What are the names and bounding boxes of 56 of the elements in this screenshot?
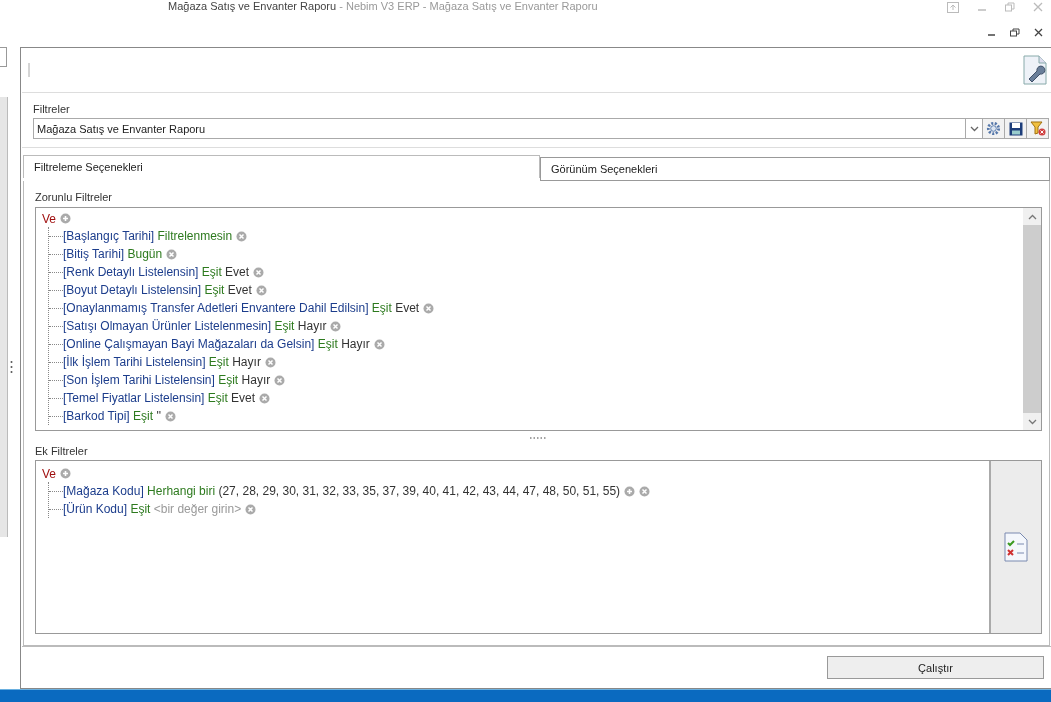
funnel-delete-icon: [1029, 121, 1046, 136]
tab[interactable]: Filtreleme Seçenekleri: [23, 155, 540, 178]
remove-icon[interactable]: [245, 503, 257, 515]
toolbar-grip-icon[interactable]: [28, 63, 31, 77]
remove-icon[interactable]: [255, 284, 267, 296]
remove-icon[interactable]: [373, 338, 385, 350]
settings-button[interactable]: [983, 118, 1005, 139]
remove-icon[interactable]: [253, 266, 265, 278]
filter-condition[interactable]: [Onaylanmamış Transfer Adetleri Envantere Dahil Edilsin] Eşit Evet: [63, 301, 420, 315]
remove-icon[interactable]: [166, 248, 178, 260]
filter-select[interactable]: Mağaza Satış ve Envanter Raporu: [33, 118, 966, 139]
filter-condition[interactable]: [Bitiş Tarihi] Bugün: [63, 247, 163, 261]
remove-icon[interactable]: [259, 392, 271, 404]
remove-icon[interactable]: [264, 356, 276, 368]
remove-icon[interactable]: [274, 374, 286, 386]
filter-condition[interactable]: [Online Çalışmayan Bayi Mağazaları da Gelsin] Eşit Hayır: [63, 337, 370, 351]
tab[interactable]: Görünüm Seçenekleri: [540, 157, 1050, 181]
remove-icon[interactable]: [423, 302, 435, 314]
scrollbar[interactable]: [1023, 208, 1041, 430]
filter-condition[interactable]: [Barkod Tipi] Eşit '': [63, 409, 161, 423]
filter-condition[interactable]: [Temel Fiyatlar Listelensin] Eşit Evet: [63, 391, 256, 405]
remove-icon[interactable]: [165, 410, 176, 422]
group-operator[interactable]: Ve: [42, 211, 56, 226]
save-button[interactable]: [1005, 118, 1027, 139]
remove-icon[interactable]: [330, 320, 342, 332]
filter-condition[interactable]: [Mağaza Kodu] Herhangi biri (27, 28, 29, 30, 31, 32, 33, 35, 37, 39, 40, 41, 42, 43, 44, 47, 48, 50, 51, 55): [63, 484, 621, 498]
filter-condition[interactable]: [Son İşlem Tarihi Listelensin] Eşit Hayır: [63, 373, 271, 387]
section-label: Zorunlu Filtreler: [35, 191, 114, 203]
add-icon[interactable]: [624, 485, 636, 497]
splitter-grip-icon[interactable]: [10, 360, 13, 374]
filter-condition[interactable]: [Satışı Olmayan Ürünler Listelenmesin] Eşit Hayır: [63, 319, 327, 333]
run-button[interactable]: Çalıştır: [827, 656, 1044, 679]
remove-icon[interactable]: [639, 485, 651, 497]
section-label: Ek Filtreler: [35, 445, 89, 457]
checklist-icon[interactable]: [1004, 532, 1028, 562]
add-icon[interactable]: [60, 468, 71, 479]
close-icon[interactable]: [1034, 28, 1043, 37]
chevron-down-icon: [969, 125, 979, 132]
window-title: Mağaza Satış ve Envanter Raporu - Nebim V3 ERP - Mağaza Satış ve Envanter Raporu: [168, 0, 598, 12]
filter-condition[interactable]: [Başlangıç Tarihi] Filtrelenmesin: [63, 229, 233, 243]
filters-label: Filtreler: [33, 103, 71, 115]
group-operator[interactable]: Ve: [42, 466, 56, 481]
filter-condition[interactable]: [Ürün Kodu] Eşit <bir değer girin>: [63, 502, 242, 516]
filter-condition[interactable]: [Renk Detaylı Listelensin] Eşit Evet: [63, 265, 250, 279]
side-field[interactable]: [0, 47, 7, 67]
gear-icon: [986, 121, 1001, 136]
clear-filter-button[interactable]: [1027, 118, 1049, 139]
dropdown-button[interactable]: [966, 118, 983, 139]
chevron-down-icon[interactable]: [1027, 418, 1037, 425]
filter-condition[interactable]: [İlk İşlem Tarihi Listelensin] Eşit Hayır: [63, 355, 261, 369]
filter-condition[interactable]: [Boyut Detaylı Listelensin] Eşit Evet: [63, 283, 252, 297]
remove-icon[interactable]: [236, 230, 248, 242]
pin-icon[interactable]: [947, 2, 959, 13]
restore-icon[interactable]: [1010, 28, 1020, 37]
chevron-up-icon[interactable]: [1027, 213, 1037, 220]
add-icon[interactable]: [60, 213, 71, 224]
